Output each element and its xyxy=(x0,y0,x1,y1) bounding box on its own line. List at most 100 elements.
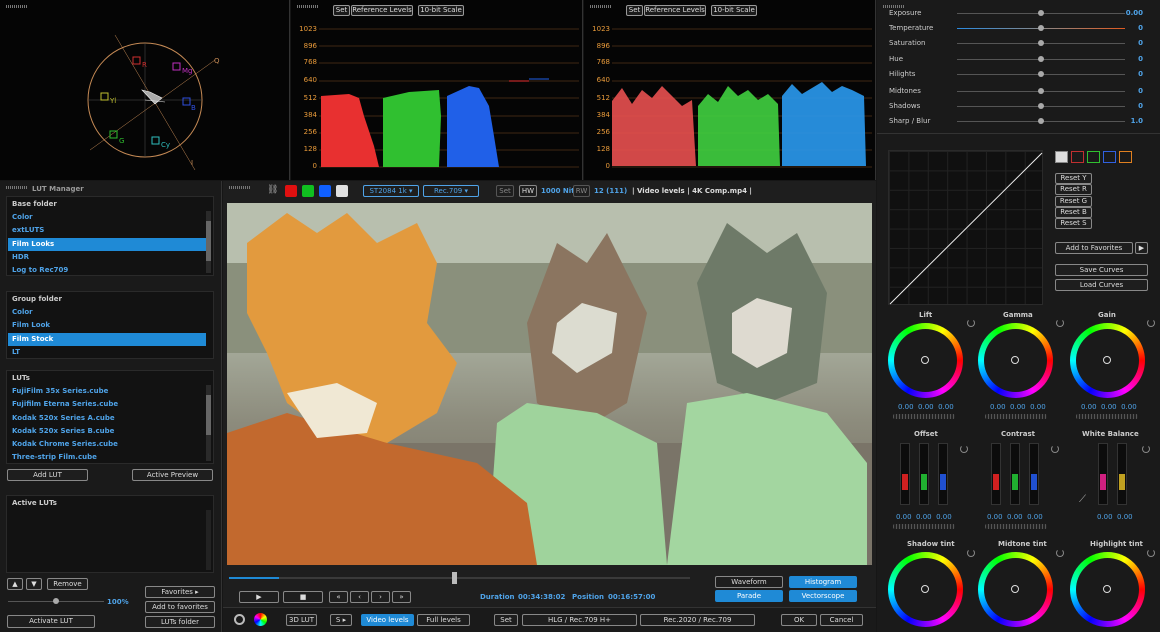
list-item[interactable]: Log to Rec709 xyxy=(8,264,206,277)
set-button[interactable]: Set xyxy=(333,5,350,16)
timeline-track[interactable] xyxy=(229,572,690,584)
offset-g-bar[interactable] xyxy=(919,443,929,505)
gamma-wheel-center[interactable] xyxy=(1011,356,1019,364)
scrollbar[interactable] xyxy=(206,211,211,273)
lift-wheel-center[interactable] xyxy=(921,356,929,364)
list-item[interactable]: FujiFilm 35x Series.cube xyxy=(8,385,206,398)
slider-temperature[interactable]: Temperature 0 xyxy=(889,22,1151,36)
panel-grip[interactable] xyxy=(297,5,319,8)
cancel-button[interactable]: Cancel xyxy=(820,614,863,626)
list-item[interactable]: extLUTS xyxy=(8,224,206,237)
list-item[interactable]: LT xyxy=(8,346,206,359)
add-to-favorites-button[interactable]: Add to favorites xyxy=(145,601,215,613)
full-levels-button[interactable]: Full levels xyxy=(417,614,470,626)
contrast-b-bar[interactable] xyxy=(1029,443,1039,505)
list-item[interactable]: Fujifilm Eterna Series.cube xyxy=(8,398,206,411)
slider-sharp-blur[interactable]: Sharp / Blur 1.0 xyxy=(889,115,1151,129)
scrollbar[interactable] xyxy=(206,385,211,461)
zoom-slider[interactable] xyxy=(8,598,104,604)
wb-magenta-bar[interactable] xyxy=(1098,443,1108,505)
color-blue-swatch[interactable] xyxy=(319,185,331,197)
list-item[interactable]: Film Look xyxy=(8,319,206,332)
s-dropdown[interactable]: S ▸ xyxy=(330,614,352,626)
add-lut-button[interactable]: Add LUT xyxy=(7,469,88,481)
link-icon[interactable]: ⛓ xyxy=(267,185,278,195)
contrast-g-bar[interactable] xyxy=(1010,443,1020,505)
gamma-reset-icon[interactable] xyxy=(1056,319,1064,327)
activate-lut-button[interactable]: Activate LUT xyxy=(7,615,95,628)
curve-white-swatch[interactable] xyxy=(1055,151,1068,163)
reset-y-button[interactable]: Reset Y xyxy=(1055,173,1092,184)
contrast-reset-icon[interactable] xyxy=(1051,445,1059,453)
reset-r-button[interactable]: Reset R xyxy=(1055,184,1092,195)
parade-button[interactable]: Parade xyxy=(715,590,783,602)
prev-frame-button[interactable]: ‹ xyxy=(350,591,369,603)
slider-knob[interactable] xyxy=(1038,103,1044,109)
rw-button[interactable]: RW xyxy=(573,185,590,197)
panel-grip[interactable] xyxy=(229,186,251,189)
gain-master-slider[interactable] xyxy=(1076,414,1138,419)
list-item[interactable]: HDR xyxy=(8,251,206,264)
transfer-select[interactable]: ST2084 1k ▾ xyxy=(363,185,419,197)
slider-hue[interactable]: Hue 0 xyxy=(889,53,1151,67)
offset-r-bar[interactable] xyxy=(900,443,910,505)
video-levels-button[interactable]: Video levels xyxy=(361,614,414,626)
rec2020-rec709-button[interactable]: Rec.2020 / Rec.709 xyxy=(640,614,755,626)
panel-grip[interactable] xyxy=(6,186,28,189)
stop-button[interactable]: ■ xyxy=(283,591,323,603)
10bit-scale-button[interactable]: 10-bit Scale xyxy=(711,5,757,16)
eyedropper-icon[interactable]: ⟋ xyxy=(1079,494,1086,505)
slider-hilights[interactable]: Hilights 0 xyxy=(889,68,1151,82)
slider-knob[interactable] xyxy=(1038,25,1044,31)
colorspace-select[interactable]: Rec.709 ▾ xyxy=(423,185,479,197)
video-frame[interactable] xyxy=(227,203,872,565)
lift-reset-icon[interactable] xyxy=(967,319,975,327)
luts-folder-button[interactable]: LUTs folder xyxy=(145,616,215,628)
reference-levels-button[interactable]: Reference Levels xyxy=(351,5,413,16)
set-button[interactable]: Set xyxy=(496,185,514,197)
slider-knob[interactable] xyxy=(1038,40,1044,46)
midtone-tint-center[interactable] xyxy=(1011,585,1019,593)
panel-grip[interactable] xyxy=(590,5,612,8)
add-to-favorites-button[interactable]: Add to Favorites xyxy=(1055,242,1133,254)
curves-editor[interactable] xyxy=(888,150,1043,305)
next-frame-button[interactable]: › xyxy=(371,591,390,603)
set-button[interactable]: Set xyxy=(494,614,518,626)
contrast-master-slider[interactable] xyxy=(985,524,1047,529)
list-item[interactable]: Kodak 520x Series A.cube xyxy=(8,412,206,425)
offset-master-slider[interactable] xyxy=(893,524,955,529)
waveform-button[interactable]: Waveform xyxy=(715,576,783,588)
set-button[interactable]: Set xyxy=(626,5,643,16)
panel-grip[interactable] xyxy=(6,5,28,8)
play-button[interactable]: ▶ xyxy=(239,591,279,603)
curve-blue-swatch[interactable] xyxy=(1103,151,1116,163)
timeline-playhead[interactable] xyxy=(452,572,457,584)
hw-button[interactable]: HW xyxy=(519,185,537,197)
midtone-tint-reset-icon[interactable] xyxy=(1056,549,1064,557)
slider-exposure[interactable]: Exposure 0.00 xyxy=(889,7,1151,21)
offset-reset-icon[interactable] xyxy=(960,445,968,453)
highlight-tint-reset-icon[interactable] xyxy=(1147,549,1155,557)
record-icon[interactable] xyxy=(234,614,245,625)
slider-knob[interactable] xyxy=(1038,56,1044,62)
list-item[interactable]: Film Stock xyxy=(8,332,206,346)
slider-knob[interactable] xyxy=(1038,10,1044,16)
curve-green-swatch[interactable] xyxy=(1087,151,1100,163)
lift-master-slider[interactable] xyxy=(893,414,955,419)
move-up-button[interactable]: ▲ xyxy=(7,578,23,590)
shadow-tint-center[interactable] xyxy=(921,585,929,593)
list-item[interactable]: Kodak 520x Series B.cube xyxy=(8,425,206,438)
list-item[interactable]: Film Looks xyxy=(8,237,206,251)
active-preview-button[interactable]: Active Preview xyxy=(132,469,213,481)
fast-forward-button[interactable]: » xyxy=(392,591,411,603)
favorites-dropdown[interactable]: Favorites ▸ xyxy=(145,586,215,598)
offset-b-bar[interactable] xyxy=(938,443,948,505)
slider-shadows[interactable]: Shadows 0 xyxy=(889,100,1151,114)
gain-reset-icon[interactable] xyxy=(1147,319,1155,327)
ok-button[interactable]: OK xyxy=(781,614,817,626)
list-item[interactable]: Color xyxy=(8,211,206,224)
list-item[interactable]: Three-strip Film.cube xyxy=(8,451,206,464)
slider-knob[interactable] xyxy=(1038,71,1044,77)
vectorscope-button[interactable]: Vectorscope xyxy=(789,590,857,602)
list-item[interactable]: Kodak Chrome Series.cube xyxy=(8,438,206,451)
